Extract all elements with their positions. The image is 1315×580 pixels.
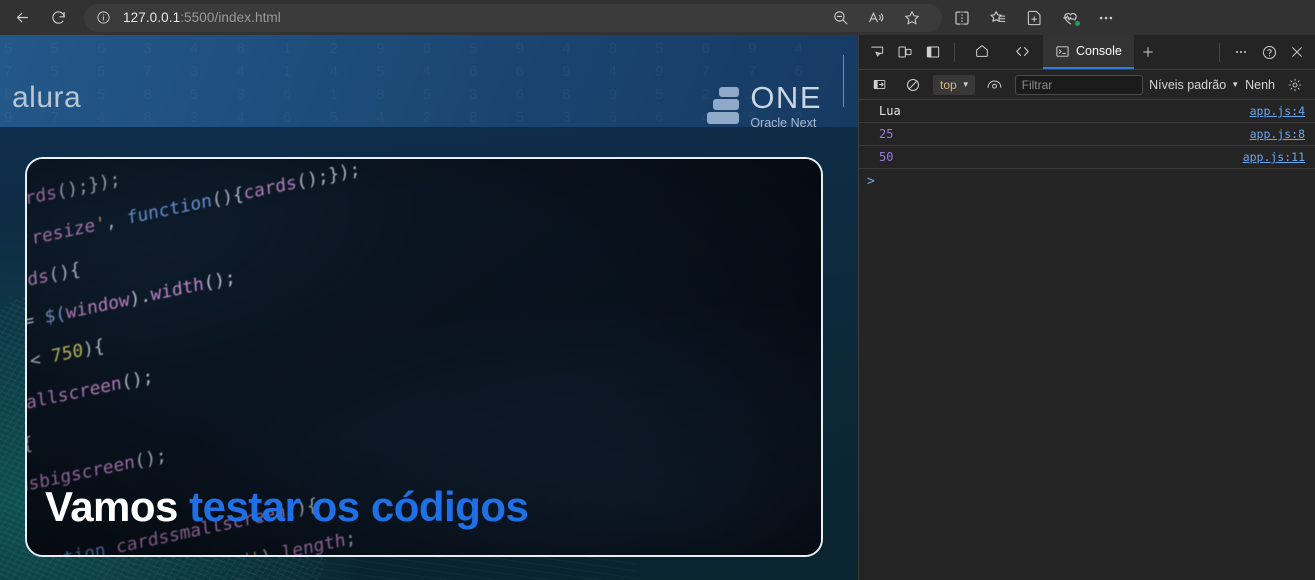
console-filter-input[interactable]: [1014, 74, 1144, 95]
devtools-tabbar: Console: [859, 35, 1315, 70]
one-subtitle-line1: Oracle Next: [750, 116, 817, 127]
url-text: 127.0.0.1:5500/index.html: [123, 10, 281, 25]
settings-more-icon[interactable]: [1088, 4, 1124, 32]
favorite-star-icon[interactable]: [894, 4, 930, 32]
one-logo-text: ONE Oracle Next Education: [750, 80, 822, 127]
console-source-link[interactable]: app.js:8: [1250, 127, 1305, 141]
console-output[interactable]: Lua app.js:4 25 app.js:8 50 app.js:11 >: [859, 100, 1315, 580]
read-aloud-icon[interactable]: [858, 4, 894, 32]
console-source-link[interactable]: app.js:11: [1243, 150, 1305, 164]
close-devtools-icon[interactable]: [1283, 39, 1311, 65]
add-favorites-icon[interactable]: [1016, 4, 1052, 32]
help-icon[interactable]: [1255, 39, 1283, 65]
execution-context-value: top: [940, 77, 957, 92]
alura-logo[interactable]: alura: [12, 81, 81, 115]
more-tools-icon[interactable]: [1227, 39, 1255, 65]
browser-toolbar: 127.0.0.1:5500/index.html: [0, 0, 1315, 35]
toolbar-separator: [954, 42, 955, 62]
console-row[interactable]: 50 app.js:11: [859, 146, 1315, 169]
console-sidebar-toggle-icon[interactable]: [865, 72, 893, 98]
status-dot: [1074, 19, 1081, 27]
stair-steps-icon: [707, 87, 740, 125]
console-row[interactable]: 25 app.js:8: [859, 123, 1315, 146]
browser-essentials-icon[interactable]: [1052, 4, 1088, 32]
console-settings-gear-icon[interactable]: [1281, 72, 1309, 98]
devtools-tabbar-right: [1212, 39, 1315, 65]
back-button[interactable]: [6, 4, 38, 32]
console-source-link[interactable]: app.js:4: [1250, 104, 1305, 118]
header-divider: [843, 55, 844, 107]
prompt-chevron-icon: >: [867, 173, 875, 189]
zoom-out-icon[interactable]: [822, 4, 858, 32]
omnibox-actions: [822, 4, 930, 32]
address-bar[interactable]: 127.0.0.1:5500/index.html: [84, 3, 942, 32]
one-title: ONE: [750, 80, 822, 115]
split-screen-icon[interactable]: [944, 4, 980, 32]
one-logo[interactable]: ONE Oracle Next Education: [707, 80, 822, 127]
site-header: 5 5 6 3 4 8 1 2 9 6 5 9 4 8 5 6 9 4 7 5 …: [0, 35, 858, 127]
reload-button[interactable]: [42, 4, 74, 32]
clear-console-icon[interactable]: [899, 72, 927, 98]
hero-card: 4041$(function(){cards();});42$(window).…: [25, 157, 823, 557]
code-icon: [1016, 46, 1029, 56]
screen: 127.0.0.1:5500/index.html alura ONE Orac…: [0, 0, 1315, 580]
collections-icon[interactable]: [980, 4, 1016, 32]
browser-actions: [944, 4, 1124, 32]
console-message: 50: [879, 150, 894, 164]
headline-white: Vamos: [45, 483, 190, 530]
tab-welcome[interactable]: [962, 35, 1002, 69]
devtools-panel: Console top ▼ Filtrar Níveis padrão ▼ Ne…: [858, 35, 1315, 580]
device-toolbar-icon[interactable]: [891, 39, 919, 65]
console-icon: [1056, 45, 1069, 57]
live-expression-icon[interactable]: [981, 72, 1009, 98]
console-levels-select[interactable]: Níveis padrão ▼: [1149, 78, 1239, 92]
console-levels-label: Níveis padrão: [1149, 77, 1227, 92]
execution-context-select[interactable]: top ▼: [933, 74, 975, 95]
dock-side-icon[interactable]: [919, 39, 947, 65]
chevron-down-icon: ▼: [961, 80, 970, 89]
tab-elements[interactable]: [1002, 35, 1043, 69]
console-message: 25: [879, 127, 894, 141]
console-row[interactable]: Lua app.js:4: [859, 100, 1315, 123]
console-prompt[interactable]: >: [859, 169, 1315, 193]
add-tab-button[interactable]: [1134, 39, 1162, 65]
issues-counter[interactable]: Nenh: [1245, 78, 1275, 92]
headline-blue: testar os códigos: [189, 483, 529, 530]
page-title: Vamos testar os códigos: [45, 483, 529, 531]
console-message: Lua: [879, 104, 901, 118]
page-viewport: 5 5 6 3 4 8 1 2 9 6 5 9 4 8 5 6 9 4 7 5 …: [0, 35, 858, 580]
site-info-icon[interactable]: [96, 10, 111, 25]
chevron-down-icon: ▼: [1231, 80, 1240, 89]
home-icon: [976, 45, 988, 57]
tab-console-label: Console: [1076, 44, 1122, 58]
console-filter-bar: top ▼ Níveis padrão ▼ Nenh: [859, 70, 1315, 100]
inspect-element-icon[interactable]: [863, 39, 891, 65]
tab-console[interactable]: Console: [1043, 35, 1134, 69]
